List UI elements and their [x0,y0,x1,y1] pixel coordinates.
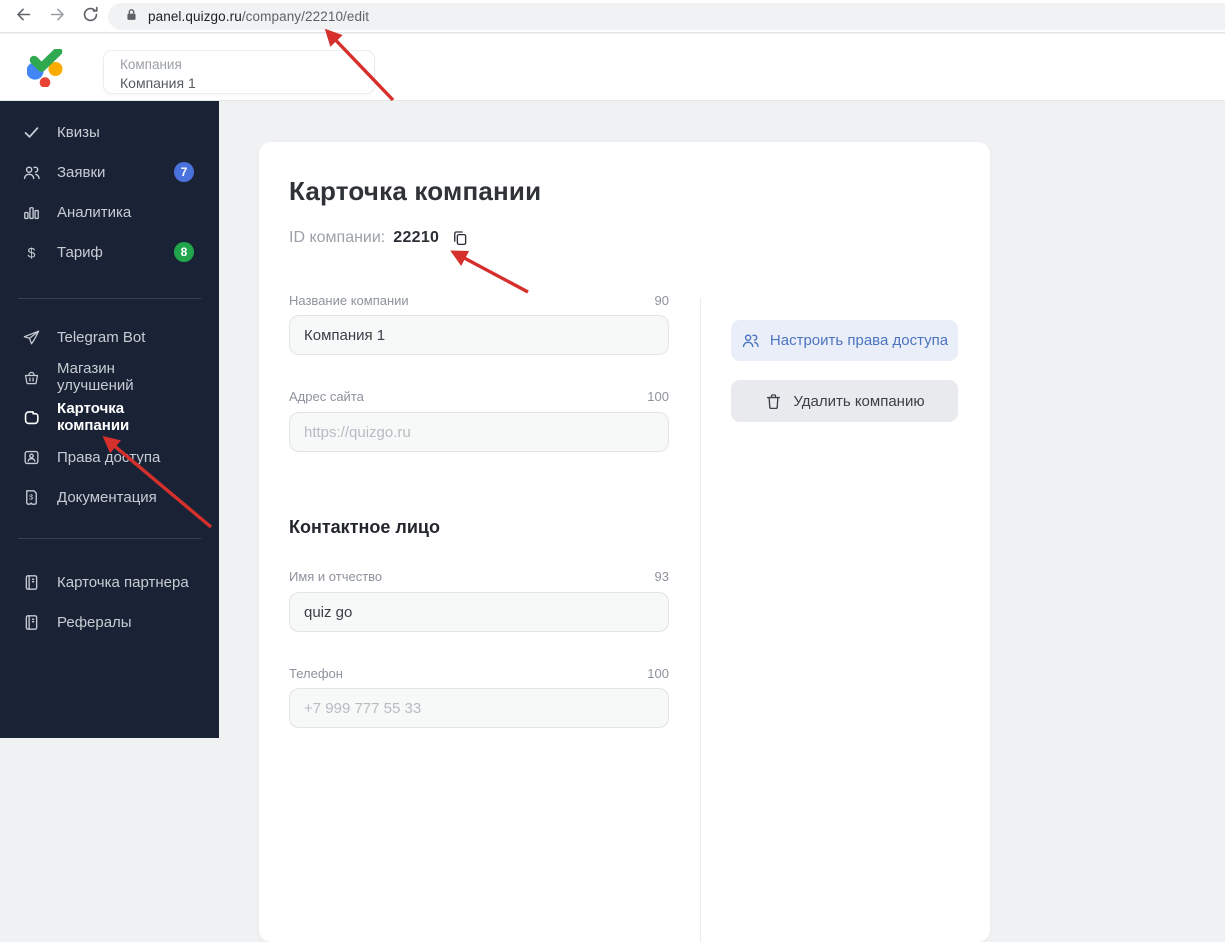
phone-input[interactable] [289,688,669,728]
browser-back-button[interactable] [10,4,36,30]
lock-icon [124,7,148,27]
sidebar-item-company-card[interactable]: Карточка компании [0,397,219,437]
char-counter: 100 [647,388,669,404]
journal-icon [22,573,41,592]
field-label-row: Имя и отчество 93 [289,568,669,584]
bill-icon: $ [22,488,41,507]
browser-reload-button[interactable] [77,4,103,30]
company-selector[interactable]: Компания Компания 1 [103,50,375,94]
sidebar-item-telegram-bot[interactable]: Telegram Bot [0,317,219,357]
bar-chart-icon [22,203,41,222]
people-icon [741,331,760,350]
configure-access-button[interactable]: Настроить права доступа [731,320,958,361]
basket-icon [22,368,41,387]
company-selector-value: Компания 1 [120,75,196,91]
telegram-icon [22,328,41,347]
char-counter: 93 [654,568,669,584]
sidebar-item-label: Аналитика [57,203,132,221]
sidebar-item-label: Telegram Bot [57,328,146,346]
id-card-icon [22,448,41,467]
sidebar-item-label: Права доступа [57,448,161,466]
sidebar-item-label: Магазин улучшений [57,360,134,394]
configure-access-label: Настроить права доступа [769,332,949,349]
field-label: Имя и отчество [289,568,383,584]
delete-company-label: Удалить компанию [793,392,925,410]
sidebar-item-label: Карточка партнера [57,573,189,591]
company-id-label: ID компании: [289,229,386,246]
browser-forward-button[interactable] [44,4,70,30]
people-icon [22,163,41,182]
address-bar[interactable]: panel.quizgo.ru/company/22210/edit [108,3,1225,30]
tariff-count-badge: 8 [174,242,194,262]
trash-icon [764,392,783,411]
url-text: panel.quizgo.ru/company/22210/edit [148,9,370,24]
sidebar-item-upgrades-store[interactable]: Магазин улучшений [0,357,219,397]
company-id-value: 22210 [393,229,440,246]
sidebar-item-label: Рефералы [57,613,132,631]
field-label: Телефон [289,665,343,681]
company-card-panel: Карточка компании ID компании: 22210 Наз… [259,142,990,942]
company-selector-label: Компания [120,57,182,72]
sidebar-item-label: Документация [57,488,157,506]
sidebar-item-label: Квизы [57,123,100,141]
check-icon [22,123,41,142]
delete-company-button[interactable]: Удалить компанию [731,380,958,422]
card-vertical-divider [700,298,701,942]
company-id-row: ID компании: 22210 [289,226,669,250]
sidebar-divider [18,298,201,299]
sidebar-item-referrals[interactable]: Рефералы [0,602,219,642]
field-label-row: Адрес сайта 100 [289,388,669,404]
site-address-input[interactable] [289,412,669,452]
copy-icon[interactable] [451,228,471,248]
dollar-icon: $ [22,243,41,262]
sidebar-item-label: Тариф [57,243,103,261]
field-label-row: Название компании 90 [289,292,669,308]
page: panel.quizgo.ru/company/22210/edit Компа… [0,0,1225,942]
company-name-input[interactable] [289,315,669,355]
app-header: Компания Компания 1 [0,34,1225,101]
arrow-left-icon [14,5,33,29]
sidebar-item-label: Заявки [57,163,106,181]
sidebar: Квизы Заявки 7 Аналитика $ Тариф 8 Teleg… [0,101,219,738]
leads-count-badge: 7 [174,162,194,182]
contact-name-input[interactable] [289,592,669,632]
arrow-right-icon [48,5,67,29]
sidebar-item-quizzes[interactable]: Квизы [0,112,219,152]
field-label: Название компании [289,292,409,308]
journal-icon [22,613,41,632]
quizgo-logo-icon [26,47,65,88]
sidebar-divider [18,538,201,539]
sidebar-item-documentation[interactable]: $ Документация [0,477,219,517]
page-title: Карточка компании [289,176,542,206]
sidebar-item-label: Карточка компании [57,400,130,434]
sidebar-item-leads[interactable]: Заявки 7 [0,152,219,192]
field-label: Адрес сайта [289,388,364,404]
field-label-row: Телефон 100 [289,665,669,681]
sidebar-item-tariff[interactable]: $ Тариф 8 [0,232,219,272]
sidebar-item-analytics[interactable]: Аналитика [0,192,219,232]
company-icon [22,408,41,427]
char-counter: 100 [647,665,669,681]
reload-icon [81,5,100,29]
sidebar-item-partner-card[interactable]: Карточка партнера [0,562,219,602]
sidebar-item-access-rights[interactable]: Права доступа [0,437,219,477]
browser-toolbar: panel.quizgo.ru/company/22210/edit [0,0,1225,33]
char-counter: 90 [654,292,669,308]
svg-text:$: $ [29,492,34,501]
svg-text:$: $ [28,245,36,261]
contact-section-title: Контактное лицо [289,517,440,537]
